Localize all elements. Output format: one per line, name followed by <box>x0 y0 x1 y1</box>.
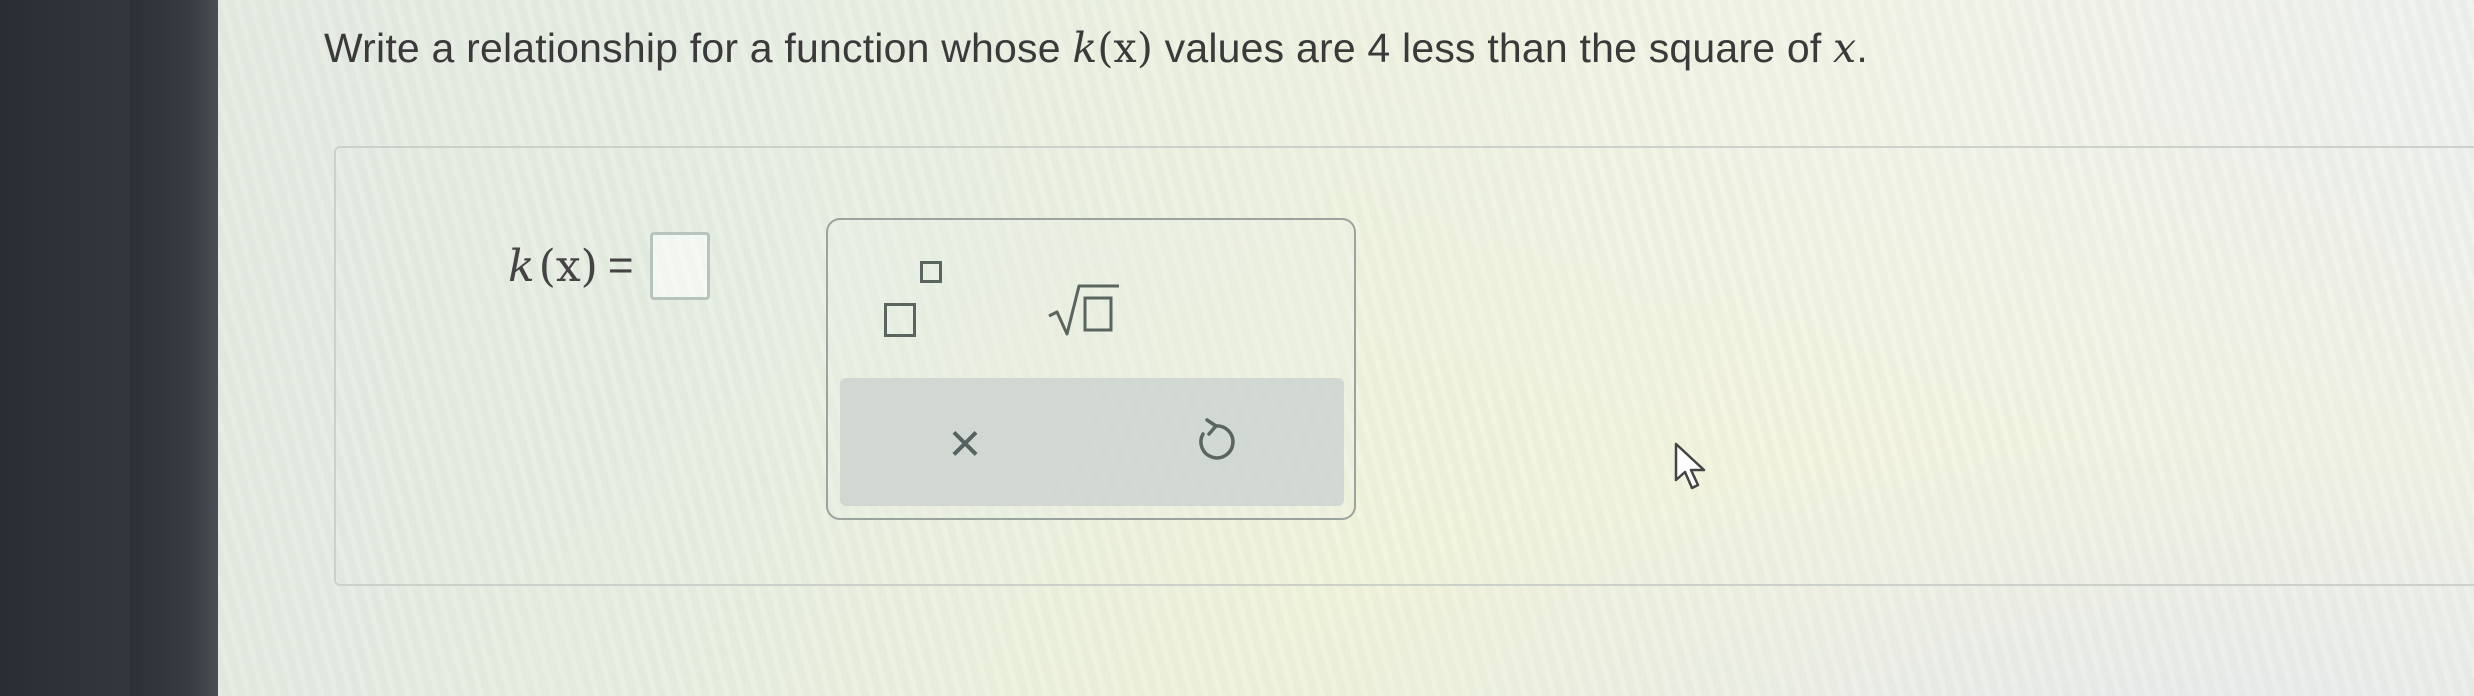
question-middle: values are 4 less than the square of <box>1153 25 1834 71</box>
superscript-button[interactable] <box>858 261 968 350</box>
undo-button[interactable] <box>1160 402 1270 482</box>
clear-icon: × <box>948 410 982 474</box>
question-suffix: . <box>1856 25 1868 71</box>
question-prefix: Write a relationship for a function whos… <box>324 25 1073 71</box>
question-function-arg: (x) <box>1097 24 1154 72</box>
question-variable: x <box>1833 24 1857 72</box>
square-root-icon <box>1048 284 1119 336</box>
superscript-icon <box>884 261 942 337</box>
answer-function-name: k <box>508 240 535 292</box>
answer-equation: k (x) = <box>508 232 710 300</box>
answer-function-arg: (x) <box>538 240 598 292</box>
square-root-button[interactable] <box>1028 270 1138 350</box>
answer-equals-sign: = <box>607 241 634 290</box>
question-text: Write a relationship for a function whos… <box>324 24 1868 72</box>
answer-input[interactable] <box>649 232 710 300</box>
answer-panel <box>334 146 2474 586</box>
mouse-cursor-icon <box>1674 442 1706 490</box>
palette-action-bar: × <box>840 378 1344 506</box>
clear-button[interactable]: × <box>910 402 1020 482</box>
monitor-bezel-edge <box>130 0 218 696</box>
math-palette: × <box>826 218 1356 520</box>
undo-icon <box>1199 418 1235 460</box>
question-function-name: k <box>1072 24 1098 72</box>
